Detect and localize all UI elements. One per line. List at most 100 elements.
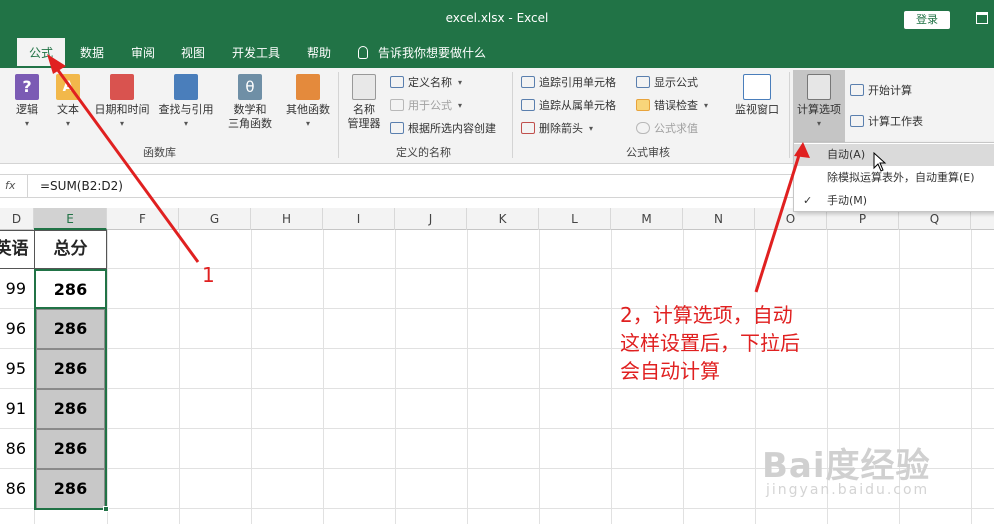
formula-auditing-label: 公式审核 [626,146,670,159]
remove-arrows-button[interactable]: 删除箭头 ▾ [521,120,593,136]
lookup-button[interactable]: 查找与引用 ▾ [154,74,218,131]
magnifier-icon [174,74,198,100]
text-icon: A [56,74,80,100]
theta-icon: θ [238,74,262,100]
calc-options-label: 计算选项 [797,103,841,116]
tab-data[interactable]: 数据 [80,44,104,61]
cell-d4[interactable]: 95 [0,349,34,388]
error-checking-button[interactable]: 错误检查 ▾ [636,97,708,113]
login-button[interactable]: 登录 [904,11,950,29]
column-header-m[interactable]: M [611,208,683,230]
trace-dependents-button[interactable]: 追踪从属单元格 [521,97,616,113]
more-functions-button[interactable]: 其他函数 ▾ [282,74,334,131]
baidu-watermark: Bai度经验 [762,446,931,486]
fill-handle[interactable] [103,506,109,512]
define-name-button[interactable]: 定义名称 ▾ [390,74,462,90]
column-header-h[interactable]: H [251,208,323,230]
show-formulas-icon [636,76,650,88]
column-header-d[interactable]: D [0,208,34,230]
baidu-watermark-url: jingyan.baidu.com [766,482,930,498]
grid-line [467,230,468,524]
cell-d3[interactable]: 96 [0,309,34,348]
menu-item-auto-except-tables-label: 除模拟运算表外，自动重算(E) [827,171,975,184]
menu-item-manual[interactable]: ✓ 手动(M) [794,190,994,212]
name-manager-button[interactable]: 名称 管理器 [343,74,385,131]
grid-line [611,230,612,524]
annotation-label-2-line3: 会自动计算 [620,359,720,383]
use-in-formula-button[interactable]: 用于公式 ▾ [390,97,462,113]
grid-line [395,230,396,524]
column-header-k[interactable]: K [467,208,539,230]
grid-line [0,428,994,429]
header-cell-english[interactable]: 英语 [0,230,35,269]
column-header-n[interactable]: N [683,208,755,230]
show-formulas-button[interactable]: 显示公式 [636,74,698,90]
fx-icon[interactable]: fx [0,175,28,197]
title-bar: excel.xlsx - Excel 登录 [0,0,994,38]
logical-button[interactable]: ? 逻辑 ▾ [10,74,44,131]
cell-d7[interactable]: 86 [0,469,34,508]
remove-arrows-label: 删除箭头 [539,122,583,135]
trace-dependents-icon [521,99,535,111]
date-time-button[interactable]: 日期和时间 ▾ [90,74,154,131]
show-formulas-label: 显示公式 [654,76,698,89]
calculator-icon [807,74,831,100]
column-header-g[interactable]: G [179,208,251,230]
grid-line [971,230,972,524]
grid-line [179,230,180,524]
tell-me-box[interactable]: 告诉我你想要做什么 [358,44,486,61]
selection-range [34,269,107,510]
group-separator [512,72,513,158]
annotation-label-2-line2: 这样设置后，下拉后 [620,331,800,355]
logical-label: 逻辑 [16,103,38,116]
menu-item-manual-label: 手动(M) [827,194,868,207]
group-separator [789,72,790,158]
more-functions-label: 其他函数 [286,103,330,116]
menu-item-automatic-label: 自动(A) [827,148,866,161]
trace-precedents-button[interactable]: 追踪引用单元格 [521,74,616,90]
calc-sheet-label: 计算工作表 [868,115,923,128]
math-trig-button[interactable]: θ 数学和 三角函数 [220,74,280,131]
header-cell-total[interactable]: 总分 [34,230,107,269]
cell-d2[interactable]: 99 [0,269,34,308]
column-header-l[interactable]: L [539,208,611,230]
calc-options-button[interactable]: 计算选项 ▾ [793,70,845,142]
grid-line [755,230,756,524]
calc-now-button[interactable]: 开始计算 [850,82,912,98]
remove-arrows-icon [521,122,535,134]
column-header-f[interactable]: F [107,208,179,230]
math-trig-label: 数学和 三角函数 [228,103,272,130]
column-header-i[interactable]: I [323,208,395,230]
tab-review[interactable]: 审阅 [131,44,155,61]
tell-me-text: 告诉我你想要做什么 [378,46,487,60]
column-header-j[interactable]: J [395,208,467,230]
date-time-label: 日期和时间 [94,103,150,116]
defined-names-label: 定义的名称 [396,146,451,159]
window-restore-icon[interactable] [976,12,988,24]
tab-formulas[interactable]: 公式 [17,38,66,68]
grid-line [323,230,324,524]
evaluate-formula-button[interactable]: 公式求值 [636,120,698,136]
tab-developer[interactable]: 开发工具 [232,44,280,61]
grid-line [107,230,108,524]
cell-d5[interactable]: 91 [0,389,34,428]
tab-help[interactable]: 帮助 [307,44,331,61]
tab-view[interactable]: 视图 [181,44,205,61]
formula-input[interactable]: =SUM(B2:D2) [40,179,123,193]
menu-item-automatic[interactable]: 自动(A) [794,144,994,166]
create-from-selection-button[interactable]: 根据所选内容创建 [390,120,496,136]
calc-sheet-button[interactable]: 计算工作表 [850,113,923,129]
watch-window-button[interactable]: 监视窗口 [730,74,784,117]
create-from-selection-label: 根据所选内容创建 [408,122,496,135]
name-manager-icon [352,74,376,100]
calc-options-menu: 自动(A) 除模拟运算表外，自动重算(E) ✓ 手动(M) [793,142,994,212]
text-button[interactable]: A 文本 ▾ [50,74,86,131]
calc-now-label: 开始计算 [868,84,912,97]
cell-d6[interactable]: 86 [0,429,34,468]
trace-precedents-icon [521,76,535,88]
lookup-label: 查找与引用 [158,103,214,116]
column-header-e[interactable]: E [34,208,107,230]
mouse-cursor-icon [873,152,887,172]
trace-dependents-label: 追踪从属单元格 [539,99,616,112]
menu-item-auto-except-tables[interactable]: 除模拟运算表外，自动重算(E) [794,167,994,189]
